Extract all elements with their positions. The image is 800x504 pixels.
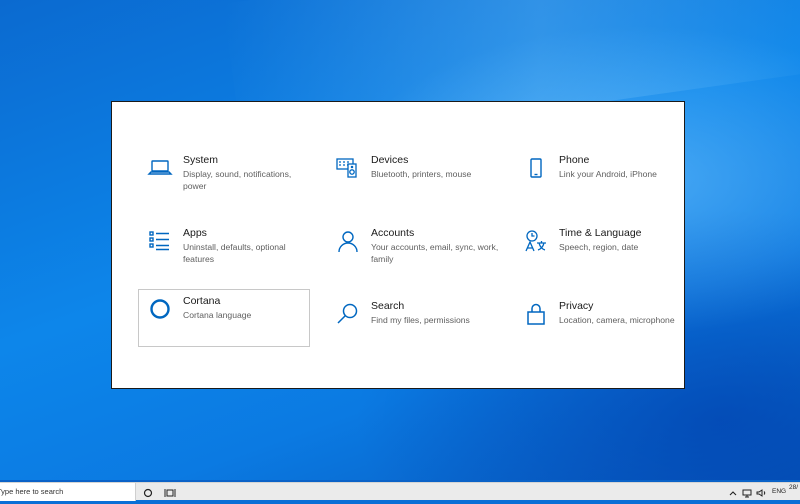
tile-time-language[interactable]: Time & Language Speech, region, date (514, 221, 686, 279)
tile-title: Phone (559, 154, 590, 166)
tile-description: Link your Android, iPhone (559, 169, 657, 179)
taskbar: Type here to search ENG 28/ (0, 482, 800, 501)
tray-chevron-up-icon[interactable] (727, 486, 739, 498)
cortana-circle-icon (147, 296, 173, 322)
person-icon (335, 228, 361, 254)
tile-description: Uninstall, defaults, optional features (183, 242, 286, 264)
tile-description: Cortana language (183, 310, 252, 320)
tile-title: Accounts (371, 227, 415, 239)
tile-description: Speech, region, date (559, 242, 639, 252)
time-language-icon (523, 228, 549, 254)
apps-list-icon (147, 228, 173, 254)
tile-system[interactable]: System Display, sound, notifications, po… (138, 148, 310, 206)
cortana-taskbar-icon[interactable] (142, 486, 154, 498)
tile-search[interactable]: Search Find my files, permissions (326, 294, 498, 352)
tile-title: Cortana (183, 295, 221, 307)
tile-privacy[interactable]: Privacy Location, camera, microphone (514, 294, 686, 352)
tile-devices[interactable]: Devices Bluetooth, printers, mouse (326, 148, 498, 206)
settings-window: System Display, sound, notifications, po… (111, 101, 685, 389)
volume-icon[interactable] (755, 486, 767, 498)
tile-description: Display, sound, notifications, power (183, 169, 292, 191)
tile-title: Time & Language (559, 227, 642, 239)
task-view-icon[interactable] (164, 486, 176, 498)
tile-cortana[interactable]: Cortana Cortana language (138, 289, 310, 347)
tile-description: Your accounts, email, sync, work, family (371, 242, 499, 264)
taskbar-search-placeholder: Type here to search (0, 487, 64, 496)
tile-title: System (183, 154, 219, 166)
tile-description: Find my files, permissions (371, 315, 470, 325)
tile-phone[interactable]: Phone Link your Android, iPhone (514, 148, 686, 206)
tile-description: Location, camera, microphone (559, 315, 675, 325)
language-indicator[interactable]: ENG (772, 488, 786, 495)
tile-apps[interactable]: Apps Uninstall, defaults, optional featu… (138, 221, 310, 279)
devices-icon (335, 155, 361, 181)
clock-date-partial[interactable]: 28/ (789, 484, 798, 491)
network-icon[interactable] (741, 486, 753, 498)
taskbar-search-box[interactable]: Type here to search (0, 483, 136, 501)
tile-title: Search (371, 300, 405, 312)
search-icon (335, 301, 361, 327)
tile-accounts[interactable]: Accounts Your accounts, email, sync, wor… (326, 221, 498, 279)
tile-title: Apps (183, 227, 207, 239)
phone-icon (523, 155, 549, 181)
tile-title: Privacy (559, 300, 594, 312)
tile-title: Devices (371, 154, 409, 166)
tile-description: Bluetooth, printers, mouse (371, 169, 472, 179)
lock-icon (523, 301, 549, 327)
laptop-icon (147, 155, 173, 181)
